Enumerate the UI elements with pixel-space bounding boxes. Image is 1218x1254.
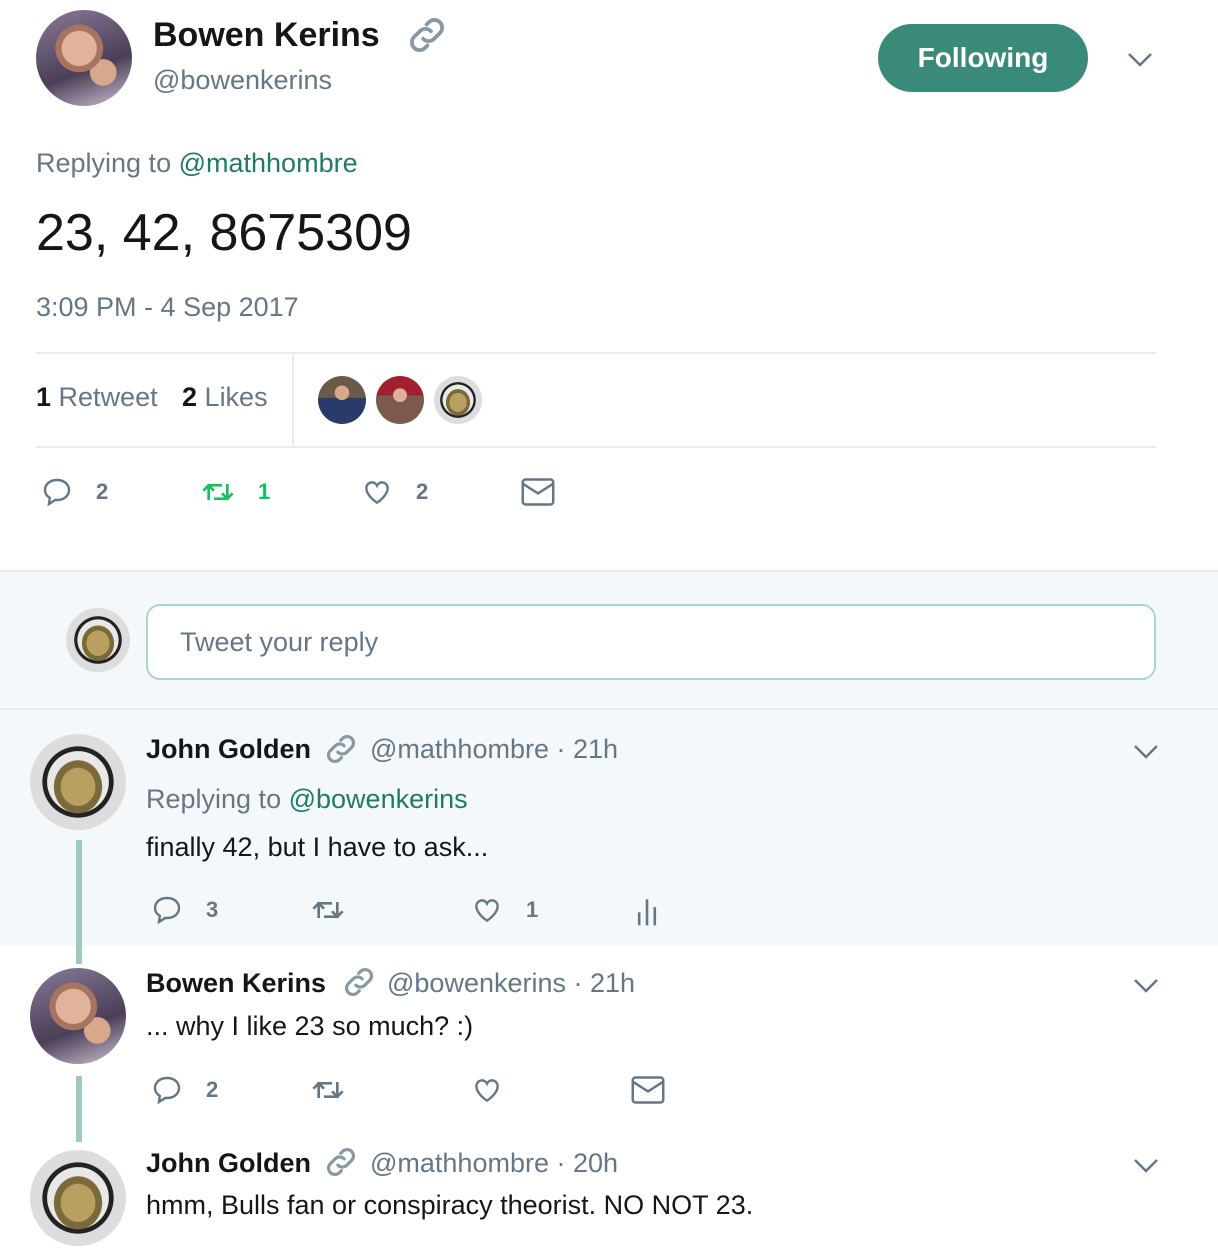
retweet-button[interactable] bbox=[310, 894, 346, 926]
likes-count: 2 bbox=[182, 382, 198, 412]
link-icon bbox=[340, 963, 378, 1006]
reply-handle-time[interactable]: @bowenkerins · 21h bbox=[387, 968, 635, 999]
reply-author-name[interactable]: John Golden bbox=[146, 734, 311, 765]
reply-text: ... why I like 23 so much? :) bbox=[146, 1011, 474, 1041]
reply-handle-time[interactable]: @mathhombre · 21h bbox=[370, 734, 618, 765]
chevron-down-icon[interactable] bbox=[1132, 974, 1160, 1001]
reply-button[interactable]: 3 bbox=[150, 894, 218, 926]
retweet-stat[interactable]: 1 Retweet bbox=[36, 382, 158, 413]
replying-prefix: Replying to bbox=[146, 784, 282, 814]
retweet-count: 1 bbox=[258, 479, 271, 504]
mention-link[interactable]: @mathhombre bbox=[179, 148, 358, 178]
retweet-button[interactable]: 1 bbox=[200, 476, 270, 508]
link-icon bbox=[404, 12, 450, 63]
reply-tweet[interactable]: John Golden @mathhombre · 21h Replying t… bbox=[0, 710, 1218, 946]
reply-compose bbox=[0, 570, 1218, 710]
chevron-down-icon[interactable] bbox=[1126, 48, 1154, 75]
like-button[interactable]: 2 bbox=[360, 476, 428, 508]
like-count: 2 bbox=[416, 479, 429, 504]
message-icon bbox=[521, 478, 555, 506]
reply-input[interactable] bbox=[146, 604, 1156, 680]
divider bbox=[36, 352, 1156, 354]
retweet-stat-label: Retweet bbox=[58, 382, 158, 412]
analytics-icon bbox=[637, 899, 657, 926]
tweet-timestamp[interactable]: 3:09 PM - 4 Sep 2017 bbox=[36, 292, 299, 323]
reply-avatar[interactable] bbox=[30, 734, 126, 830]
reply-text: hmm, Bulls fan or conspiracy theorist. N… bbox=[146, 1190, 754, 1220]
like-button[interactable]: 1 bbox=[470, 894, 538, 926]
like-icon bbox=[475, 1079, 499, 1103]
direct-message-button[interactable] bbox=[630, 1074, 666, 1106]
like-icon bbox=[365, 481, 389, 505]
like-icon bbox=[475, 899, 499, 923]
liker-avatar[interactable] bbox=[434, 376, 482, 424]
likes-stat-label: Likes bbox=[204, 382, 268, 412]
likes-stat[interactable]: 2 Likes bbox=[182, 382, 268, 413]
link-icon bbox=[322, 730, 360, 773]
my-avatar[interactable] bbox=[66, 608, 130, 672]
reply-count: 2 bbox=[96, 479, 109, 504]
retweet-button[interactable] bbox=[310, 1074, 346, 1106]
chevron-down-icon[interactable] bbox=[1132, 740, 1160, 767]
reply-author-name[interactable]: John Golden bbox=[146, 1148, 311, 1179]
reply-icon bbox=[43, 478, 71, 507]
retweet-icon bbox=[202, 483, 234, 501]
reply-count: 2 bbox=[206, 1077, 219, 1102]
author-handle[interactable]: @bowenkerins bbox=[153, 65, 332, 96]
reply-button[interactable]: 2 bbox=[150, 1074, 218, 1106]
author-avatar[interactable] bbox=[36, 10, 132, 106]
thread-connector bbox=[76, 1076, 82, 1142]
like-count: 1 bbox=[526, 897, 539, 922]
tweet-text: 23, 42, 8675309 bbox=[36, 204, 412, 262]
link-icon bbox=[322, 1143, 360, 1186]
reply-icon bbox=[153, 896, 181, 925]
reply-text: finally 42, but I have to ask... bbox=[146, 832, 489, 862]
replying-prefix: Replying to bbox=[36, 148, 172, 178]
replying-to: Replying to @bowenkerins bbox=[146, 784, 468, 815]
reply-count: 3 bbox=[206, 897, 219, 922]
mention-link[interactable]: @bowenkerins bbox=[289, 784, 468, 814]
following-button[interactable]: Following bbox=[878, 24, 1088, 92]
direct-message-button[interactable] bbox=[520, 476, 556, 508]
reply-icon bbox=[153, 1076, 181, 1105]
author-name[interactable]: Bowen Kerins bbox=[153, 16, 380, 55]
reply-author-name[interactable]: Bowen Kerins bbox=[146, 968, 326, 999]
retweet-icon bbox=[312, 901, 344, 919]
replying-to: Replying to @mathhombre bbox=[36, 148, 358, 179]
retweet-icon bbox=[312, 1081, 344, 1099]
divider bbox=[292, 353, 294, 447]
retweet-count: 1 bbox=[36, 382, 52, 412]
reply-avatar[interactable] bbox=[30, 1150, 126, 1246]
message-icon bbox=[631, 1076, 665, 1104]
chevron-down-icon[interactable] bbox=[1132, 1154, 1160, 1181]
like-button[interactable] bbox=[470, 1074, 504, 1106]
reply-handle-time[interactable]: @mathhombre · 20h bbox=[370, 1148, 618, 1179]
thread-connector bbox=[76, 840, 82, 964]
reply-avatar[interactable] bbox=[30, 968, 126, 1064]
reply-button[interactable]: 2 bbox=[40, 476, 108, 508]
liker-avatar[interactable] bbox=[376, 376, 424, 424]
liker-avatar[interactable] bbox=[318, 376, 366, 424]
divider bbox=[36, 446, 1156, 448]
analytics-button[interactable] bbox=[634, 894, 660, 928]
